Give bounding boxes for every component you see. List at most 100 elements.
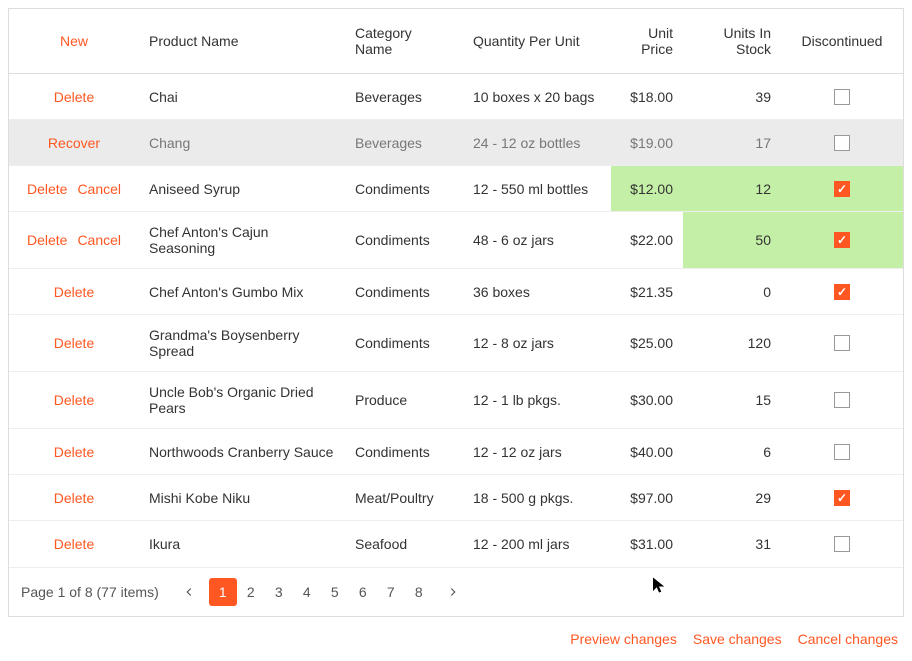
cell-product-name[interactable]: Chef Anton's Gumbo Mix [139, 269, 345, 314]
checkbox[interactable] [834, 335, 850, 351]
checkbox[interactable] [834, 444, 850, 460]
cell-qty-per-unit[interactable]: 18 - 500 g pkgs. [463, 475, 611, 520]
cell-unit-price[interactable]: $19.00 [611, 120, 683, 165]
checkbox[interactable] [834, 135, 850, 151]
pager-page-button[interactable]: 1 [209, 578, 237, 606]
cell-unit-price[interactable]: $30.00 [611, 372, 683, 428]
pager-prev-button[interactable] [175, 578, 203, 606]
cell-product-name[interactable]: Ikura [139, 521, 345, 567]
cell-units-in-stock[interactable]: 31 [683, 521, 781, 567]
cell-unit-price[interactable]: $40.00 [611, 429, 683, 474]
cell-units-in-stock[interactable]: 17 [683, 120, 781, 165]
cell-unit-price[interactable]: $18.00 [611, 74, 683, 119]
delete-button[interactable]: Delete [27, 232, 67, 248]
table-row[interactable]: DeleteCancelAniseed SyrupCondiments12 - … [9, 166, 903, 212]
delete-button[interactable]: Delete [54, 536, 94, 552]
cell-unit-price[interactable]: $12.00 [611, 166, 683, 211]
cell-unit-price[interactable]: $97.00 [611, 475, 683, 520]
checkbox[interactable] [834, 536, 850, 552]
checkbox[interactable] [834, 490, 850, 506]
cell-category[interactable]: Condiments [345, 269, 463, 314]
pager-page-button[interactable]: 8 [405, 578, 433, 606]
recover-button[interactable]: Recover [48, 135, 100, 151]
cell-category[interactable]: Meat/Poultry [345, 475, 463, 520]
delete-button[interactable]: Delete [54, 444, 94, 460]
checkbox[interactable] [834, 232, 850, 248]
cell-category[interactable]: Seafood [345, 521, 463, 567]
checkbox[interactable] [834, 89, 850, 105]
table-row[interactable]: RecoverChangBeverages24 - 12 oz bottles$… [9, 120, 903, 166]
cancel-changes-button[interactable]: Cancel changes [798, 631, 898, 647]
cell-category[interactable]: Condiments [345, 429, 463, 474]
cell-qty-per-unit[interactable]: 12 - 8 oz jars [463, 315, 611, 371]
cell-discontinued[interactable] [781, 212, 903, 268]
cell-category[interactable]: Beverages [345, 120, 463, 165]
cell-discontinued[interactable] [781, 74, 903, 119]
cell-discontinued[interactable] [781, 315, 903, 371]
cell-product-name[interactable]: Chef Anton's Cajun Seasoning [139, 212, 345, 268]
col-header-units-in-stock[interactable]: Units In Stock [683, 9, 781, 73]
table-row[interactable]: Delete Cancel Chef Anton's Cajun Seasoning… [9, 212, 903, 269]
cancel-button[interactable]: Cancel [77, 232, 121, 248]
table-row[interactable]: Delete IkuraSeafood12 - 200 ml jars$31.00… [9, 521, 903, 567]
cell-qty-per-unit[interactable]: 10 boxes x 20 bags [463, 74, 611, 119]
delete-button[interactable]: Delete [27, 181, 67, 197]
cell-category[interactable]: Beverages [345, 74, 463, 119]
delete-button[interactable]: Delete [54, 284, 94, 300]
cell-units-in-stock[interactable]: 50 [683, 212, 781, 268]
col-header-category-name[interactable]: Category Name [345, 9, 463, 73]
pager-page-button[interactable]: 4 [293, 578, 321, 606]
delete-button[interactable]: Delete [54, 335, 94, 351]
cell-unit-price[interactable]: $25.00 [611, 315, 683, 371]
cancel-button[interactable]: Cancel [77, 181, 121, 197]
checkbox[interactable] [834, 181, 850, 197]
col-header-product-name[interactable]: Product Name [139, 9, 345, 73]
cell-qty-per-unit[interactable]: 12 - 1 lb pkgs. [463, 372, 611, 428]
cell-units-in-stock[interactable]: 29 [683, 475, 781, 520]
pager-page-button[interactable]: 7 [377, 578, 405, 606]
cell-product-name[interactable]: Uncle Bob's Organic Dried Pears [139, 372, 345, 428]
delete-button[interactable]: Delete [54, 392, 94, 408]
cell-product-name[interactable]: Chai [139, 74, 345, 119]
cell-category[interactable]: Condiments [345, 166, 463, 211]
cell-units-in-stock[interactable]: 0 [683, 269, 781, 314]
cell-discontinued[interactable] [781, 269, 903, 314]
cell-unit-price[interactable]: $21.35 [611, 269, 683, 314]
cell-discontinued[interactable] [781, 521, 903, 567]
cell-discontinued[interactable] [781, 166, 903, 211]
cell-units-in-stock[interactable]: 120 [683, 315, 781, 371]
cell-product-name[interactable]: Grandma's Boysenberry Spread [139, 315, 345, 371]
cell-qty-per-unit[interactable]: 12 - 12 oz jars [463, 429, 611, 474]
delete-button[interactable]: Delete [54, 490, 94, 506]
cell-unit-price[interactable]: $22.00 [611, 212, 683, 268]
checkbox[interactable] [834, 284, 850, 300]
cell-qty-per-unit[interactable]: 48 - 6 oz jars [463, 212, 611, 268]
cell-units-in-stock[interactable]: 12 [683, 166, 781, 211]
cell-discontinued[interactable] [781, 429, 903, 474]
cell-category[interactable]: Produce [345, 372, 463, 428]
cell-product-name[interactable]: Northwoods Cranberry Sauce [139, 429, 345, 474]
col-header-unit-price[interactable]: Unit Price [611, 9, 683, 73]
pager-page-button[interactable]: 6 [349, 578, 377, 606]
cell-discontinued[interactable] [781, 120, 903, 165]
cell-discontinued[interactable] [781, 475, 903, 520]
pager-page-button[interactable]: 3 [265, 578, 293, 606]
preview-changes-button[interactable]: Preview changes [570, 631, 677, 647]
table-row[interactable]: Delete Chef Anton's Gumbo MixCondiments36… [9, 269, 903, 315]
pager-page-button[interactable]: 5 [321, 578, 349, 606]
cell-product-name[interactable]: Mishi Kobe Niku [139, 475, 345, 520]
cell-qty-per-unit[interactable]: 36 boxes [463, 269, 611, 314]
pager-next-button[interactable] [439, 578, 467, 606]
table-row[interactable]: Delete Mishi Kobe NikuMeat/Poultry18 - 50… [9, 475, 903, 521]
cell-product-name[interactable]: Chang [139, 120, 345, 165]
cell-category[interactable]: Condiments [345, 315, 463, 371]
cell-qty-per-unit[interactable]: 12 - 200 ml jars [463, 521, 611, 567]
new-row-button[interactable]: New [9, 9, 139, 73]
delete-button[interactable]: Delete [54, 89, 94, 105]
cell-unit-price[interactable]: $31.00 [611, 521, 683, 567]
save-changes-button[interactable]: Save changes [693, 631, 782, 647]
cell-qty-per-unit[interactable]: 12 - 550 ml bottles [463, 166, 611, 211]
table-row[interactable]: Delete Northwoods Cranberry SauceCondimen… [9, 429, 903, 475]
col-header-discontinued[interactable]: Discontinued [781, 9, 903, 73]
col-header-qty-per-unit[interactable]: Quantity Per Unit [463, 9, 611, 73]
